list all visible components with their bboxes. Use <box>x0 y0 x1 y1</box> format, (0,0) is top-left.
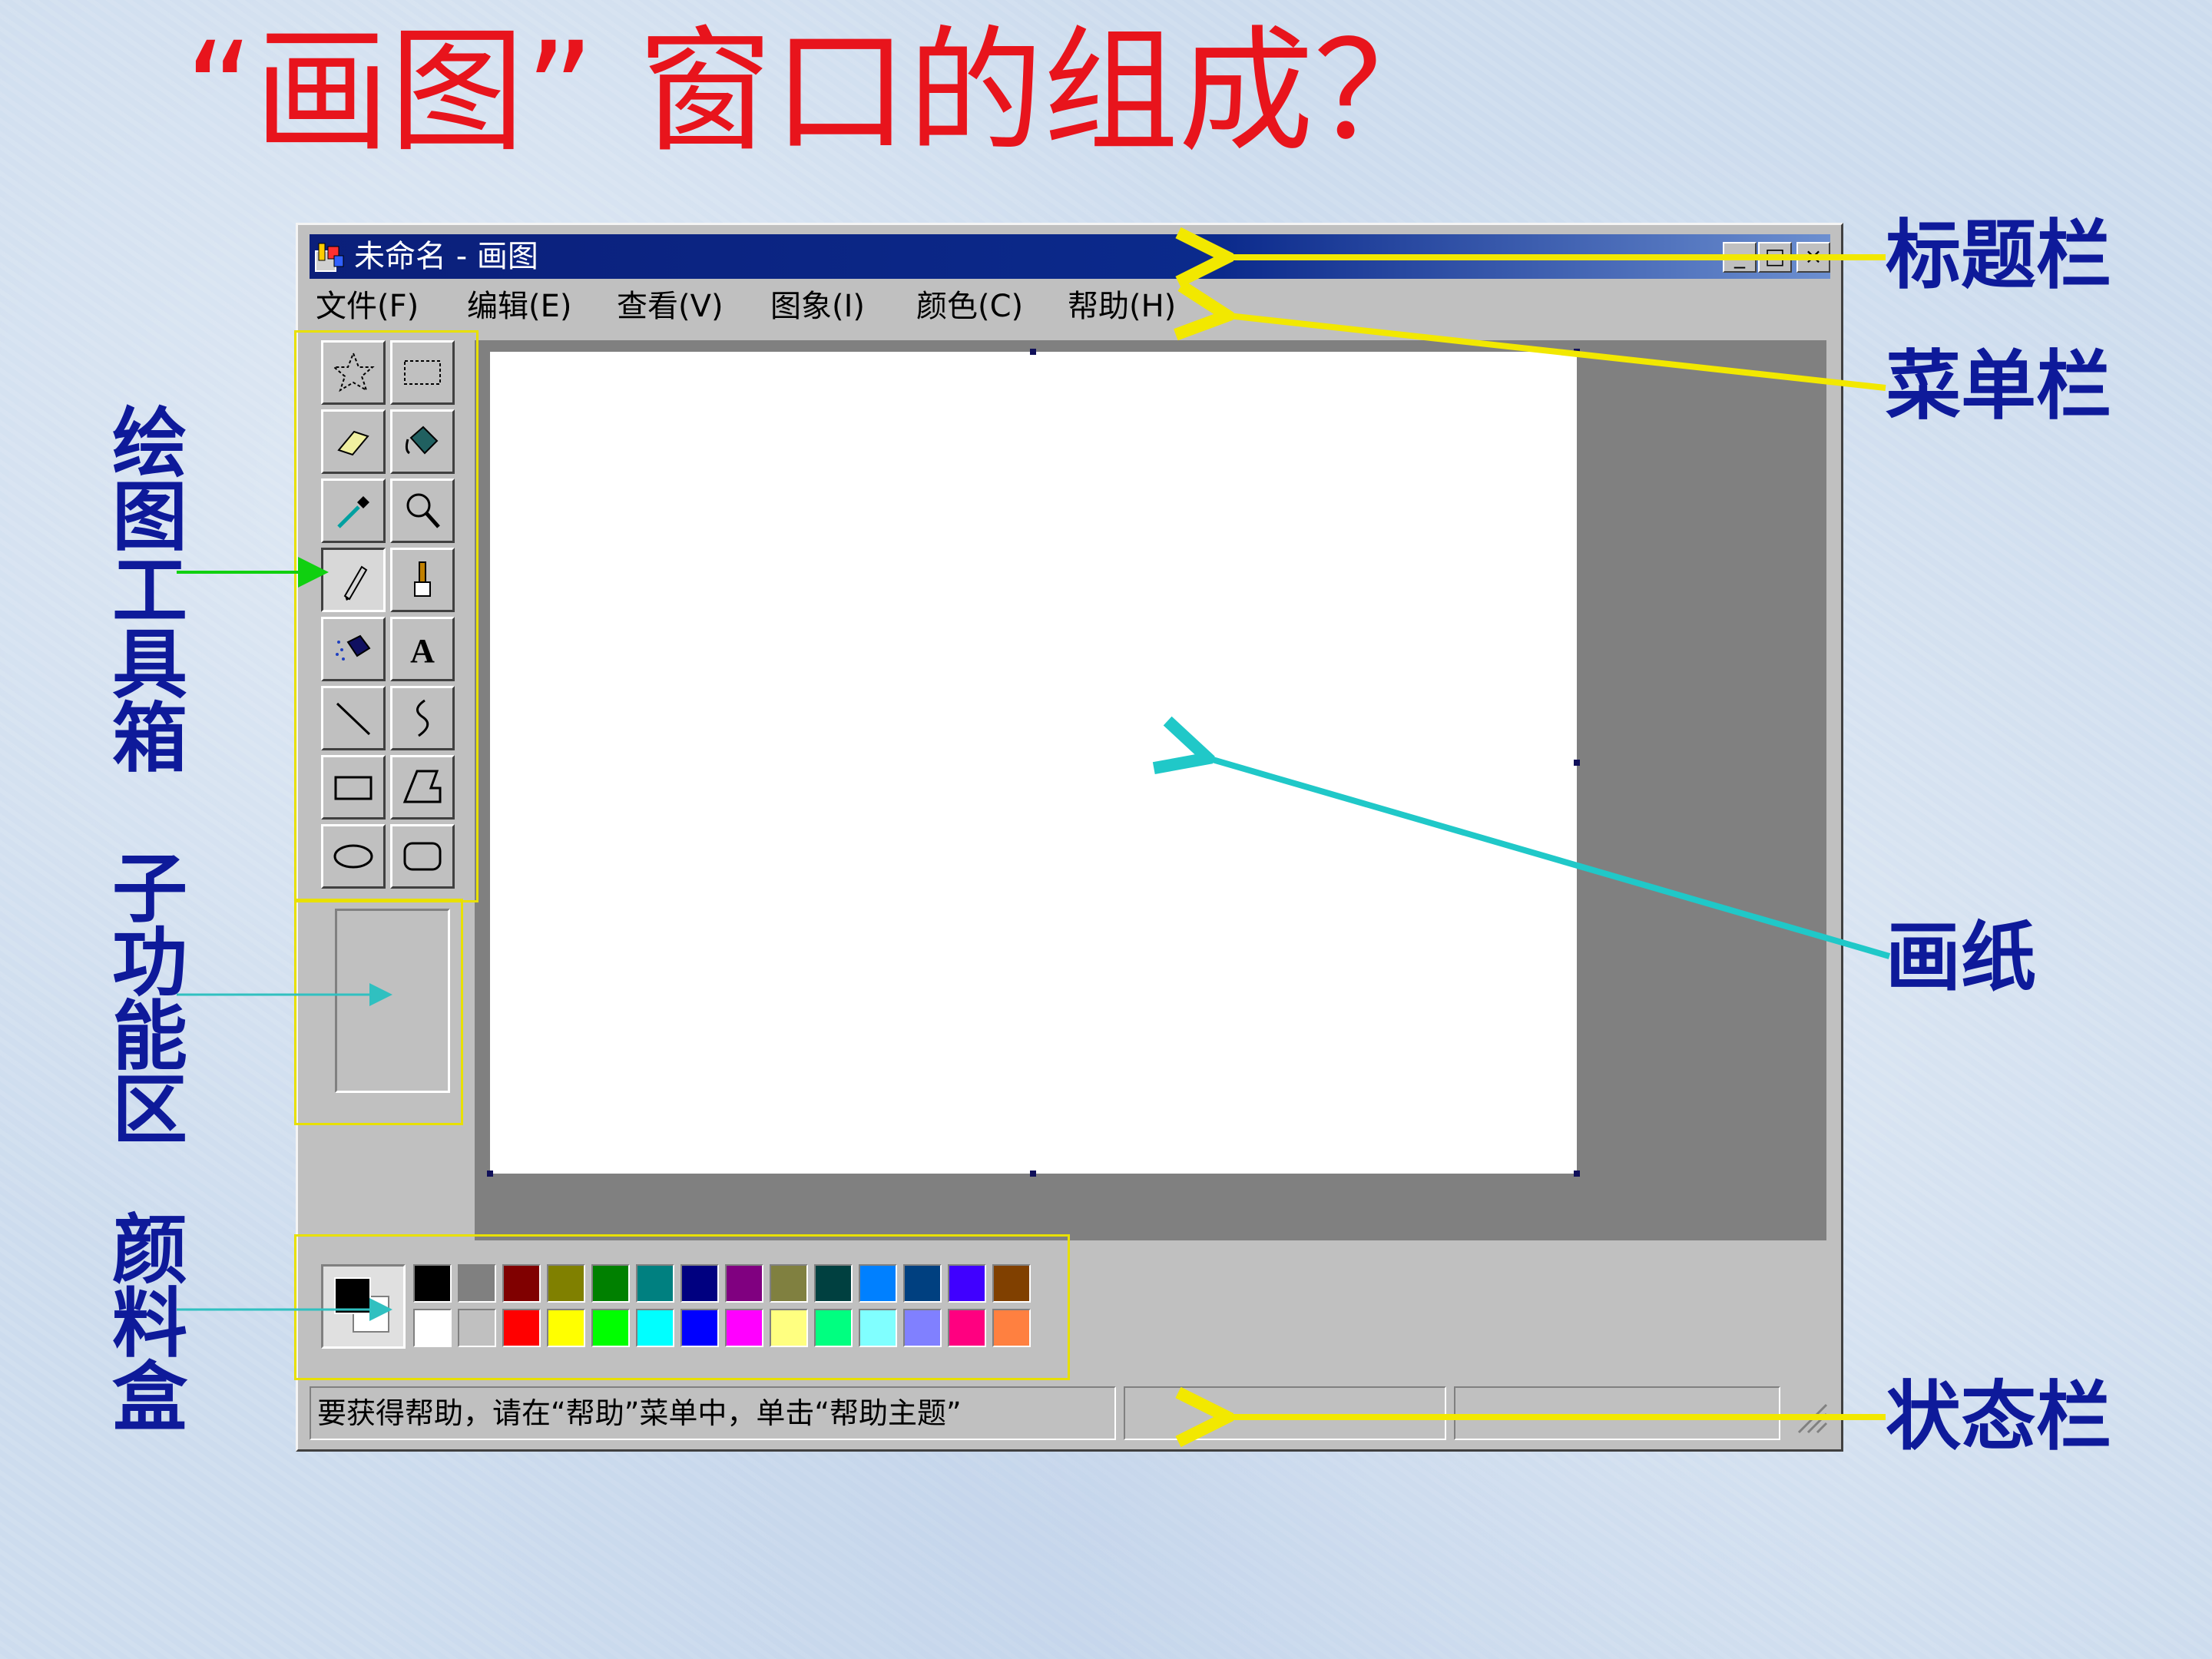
status-bar: 要获得帮助，请在“帮助”菜单中，单击“帮助主题” <box>310 1386 1834 1440</box>
menu-edit[interactable]: 编辑(E) <box>467 288 571 325</box>
resize-handle[interactable] <box>1030 349 1036 355</box>
menu-file[interactable]: 文件(F) <box>316 288 419 325</box>
close-button[interactable]: × <box>1796 242 1830 273</box>
menu-bar: 文件(F) 编辑(E) 查看(V) 图象(I) 颜色(C) 帮助(H) <box>310 285 1830 328</box>
menu-view[interactable]: 查看(V) <box>617 288 724 325</box>
titlebar-label: 标题栏 <box>1886 212 2112 300</box>
title-bar[interactable]: 未命名 - 画图 _ □ × <box>310 234 1830 279</box>
resize-handle[interactable] <box>1574 1171 1580 1177</box>
resize-handle[interactable] <box>487 1171 493 1177</box>
menu-colors[interactable]: 颜色(C) <box>916 288 1023 325</box>
resize-handle[interactable] <box>1574 349 1580 355</box>
maximize-button[interactable]: □ <box>1758 242 1792 273</box>
resize-handle[interactable] <box>1574 760 1580 766</box>
paint-app-icon[interactable] <box>314 240 346 273</box>
slide-title: “画图” 窗口的组成？ <box>184 13 1449 171</box>
palette-highlight-box <box>294 1234 1070 1380</box>
palette-label: 颜料盒 <box>111 1207 187 1442</box>
resize-handle[interactable] <box>1030 1171 1036 1177</box>
statusbar-label: 状态栏 <box>1886 1373 2112 1461</box>
status-coordinates-cell <box>1124 1386 1446 1440</box>
menu-image[interactable]: 图象(I) <box>770 288 865 325</box>
subfunction-highlight-box <box>294 899 463 1125</box>
menubar-label: 菜单栏 <box>1886 343 2112 430</box>
drawing-paper[interactable] <box>490 352 1577 1174</box>
resize-grip-icon[interactable] <box>1791 1397 1830 1435</box>
subfunction-label: 子功能区 <box>111 846 187 1154</box>
minimize-button[interactable]: _ <box>1723 242 1757 273</box>
window-title: 未命名 - 画图 <box>354 239 538 274</box>
paper-label: 画纸 <box>1886 914 2037 1002</box>
toolbox-label: 绘图工具箱 <box>111 400 187 783</box>
status-message-cell: 要获得帮助，请在“帮助”菜单中，单击“帮助主题” <box>310 1386 1116 1440</box>
menu-help[interactable]: 帮助(H) <box>1068 288 1176 325</box>
toolbox-highlight-box <box>294 330 478 902</box>
status-message: 要获得帮助，请在“帮助”菜单中，单击“帮助主题” <box>317 1396 962 1430</box>
status-size-cell <box>1454 1386 1780 1440</box>
